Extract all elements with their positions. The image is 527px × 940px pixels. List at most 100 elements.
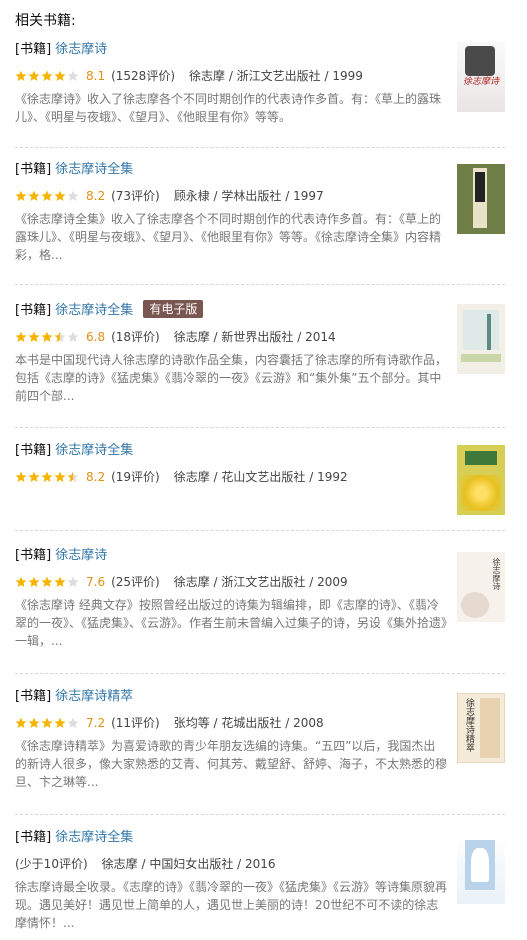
star-icon — [54, 717, 66, 729]
book-item: [书籍] 徐志摩诗精萃 7.2 (11评价) 张均等 / 花城出版社 / 2008 《徐… — [15, 687, 505, 815]
book-category: [书籍] — [15, 830, 52, 845]
book-description: 徐志摩诗最全收录。《志摩的诗》《翡冷翠的一夜》《猛虎集》《云游》等诗集原貌再现。… — [15, 880, 448, 930]
rating-count: (11评价) — [111, 716, 160, 730]
book-meta: 7.6 (25评价) 徐志摩 / 浙江文艺出版社 / 2009 — [15, 573, 505, 591]
star-icon — [28, 717, 40, 729]
book-title-link[interactable]: 徐志摩诗全集 — [55, 303, 133, 318]
book-publication-info: 徐志摩 / 浙江文艺出版社 / 2009 — [173, 575, 348, 589]
star-icon — [41, 70, 53, 82]
book-category: [书籍] — [15, 689, 52, 704]
book-title-link[interactable]: 徐志摩诗精萃 — [55, 689, 133, 704]
book-publication-info: 徐志摩 / 中国妇女出版社 / 2016 — [101, 857, 276, 871]
book-title-link[interactable]: 徐志摩诗全集 — [55, 443, 133, 458]
star-icon — [15, 70, 27, 82]
book-title-link[interactable]: 徐志摩诗 — [55, 42, 107, 57]
book-cover-image[interactable] — [457, 445, 505, 515]
star-icon — [54, 190, 66, 202]
rating-count: (19评价) — [111, 470, 160, 484]
book-description: 《徐志摩诗全集》收入了徐志摩各个不同时期创作的代表诗作多首。有：《草上的露珠儿》… — [15, 212, 442, 262]
book-description: 本书是中国现代诗人徐志摩的诗歌作品全集，内容囊括了徐志摩的所有诗歌作品，包括《志… — [15, 353, 448, 403]
rating-value: 6.8 — [86, 330, 106, 344]
book-item: [书籍] 徐志摩诗全集 (少于10评价) 徐志摩 / 中国妇女出版社 / 2016 徐… — [15, 828, 505, 938]
book-description: 《徐志摩诗精萃》为喜爱诗歌的青少年朋友选编的诗集。“五四”以后，我国杰出的新诗人… — [15, 739, 448, 789]
book-cover-image[interactable] — [457, 834, 505, 904]
star-icon — [41, 190, 53, 202]
book-category: [书籍] — [15, 443, 52, 458]
book-title-line: [书籍] 徐志摩诗 — [15, 40, 505, 60]
book-title-line: [书籍] 徐志摩诗全集 有电子版 — [15, 300, 505, 321]
star-icon — [67, 70, 79, 82]
book-cover-image[interactable]: 徐志摩诗 — [457, 552, 505, 622]
rating-value: 8.1 — [86, 69, 106, 83]
rating-stars — [15, 190, 80, 202]
book-item: [书籍] 徐志摩诗全集 有电子版 6.8 (18评价) 徐志摩 / 新世界出版社 / 2… — [15, 300, 505, 428]
rating-stars — [15, 717, 80, 729]
rating-count: (25评价) — [111, 575, 160, 589]
book-title-link[interactable]: 徐志摩诗 — [55, 548, 107, 563]
book-title-line: [书籍] 徐志摩诗全集 — [15, 828, 505, 848]
book-meta: 8.2 (19评价) 徐志摩 / 花山文艺出版社 / 1992 — [15, 468, 505, 486]
star-icon — [28, 190, 40, 202]
book-meta: 8.2 (73评价) 顾永棣 / 学林出版社 / 1997 — [15, 187, 505, 205]
book-cover-image[interactable] — [457, 304, 505, 374]
rating-value: 8.2 — [86, 470, 106, 484]
rating-stars — [15, 331, 80, 343]
rating-value: 7.2 — [86, 716, 106, 730]
star-icon — [28, 576, 40, 588]
book-item: [书籍] 徐志摩诗全集 8.2 (19评价) 徐志摩 / 花山文艺出版社 / 1992 — [15, 441, 505, 531]
star-icon — [54, 331, 66, 343]
star-icon — [54, 576, 66, 588]
star-icon — [67, 331, 79, 343]
star-icon — [67, 190, 79, 202]
book-publication-info: 徐志摩 / 浙江文艺出版社 / 1999 — [189, 69, 363, 83]
book-item: [书籍] 徐志摩诗 8.1 (1528评价) 徐志摩 / 浙江文艺出版社 / 1999… — [15, 40, 505, 148]
book-meta: (少于10评价) 徐志摩 / 中国妇女出版社 / 2016 — [15, 855, 505, 873]
book-cover-image[interactable]: 徐志摩诗精萃 — [457, 693, 505, 763]
book-item: [书籍] 徐志摩诗 7.6 (25评价) 徐志摩 / 浙江文艺出版社 / 2009 《徐… — [15, 546, 505, 674]
rating-value: 8.2 — [86, 189, 106, 203]
star-icon — [28, 70, 40, 82]
book-title-link[interactable]: 徐志摩诗全集 — [55, 162, 133, 177]
ebook-badge[interactable]: 有电子版 — [143, 300, 204, 318]
star-icon — [67, 717, 79, 729]
star-icon — [41, 471, 53, 483]
book-item: [书籍] 徐志摩诗全集 8.2 (73评价) 顾永棣 / 学林出版社 / 1997 《徐… — [15, 160, 505, 285]
book-title-link[interactable]: 徐志摩诗全集 — [55, 830, 133, 845]
star-icon — [15, 576, 27, 588]
book-meta: 6.8 (18评价) 徐志摩 / 新世界出版社 / 2014 — [15, 328, 505, 346]
star-icon — [28, 331, 40, 343]
rating-count: (18评价) — [111, 330, 160, 344]
book-publication-info: 徐志摩 / 新世界出版社 / 2014 — [173, 330, 336, 344]
star-icon — [15, 331, 27, 343]
book-category: [书籍] — [15, 548, 52, 563]
book-cover-image[interactable] — [457, 164, 505, 234]
section-title: 相关书籍: — [15, 13, 76, 29]
book-publication-info: 徐志摩 / 花山文艺出版社 / 1992 — [173, 470, 348, 484]
book-title-line: [书籍] 徐志摩诗 — [15, 546, 505, 566]
star-icon — [41, 717, 53, 729]
star-icon — [67, 576, 79, 588]
book-cover-image[interactable]: 徐志摩诗 — [457, 42, 505, 112]
rating-stars — [15, 576, 80, 588]
star-icon — [41, 576, 53, 588]
rating-count: (73评价) — [111, 189, 160, 203]
book-meta: 7.2 (11评价) 张均等 / 花城出版社 / 2008 — [15, 714, 505, 732]
star-icon — [15, 717, 27, 729]
book-publication-info: 张均等 / 花城出版社 / 2008 — [173, 716, 324, 730]
star-icon — [41, 331, 53, 343]
book-category: [书籍] — [15, 303, 52, 318]
star-icon — [54, 70, 66, 82]
book-publication-info: 顾永棣 / 学林出版社 / 1997 — [173, 189, 324, 203]
book-title-line: [书籍] 徐志摩诗全集 — [15, 441, 505, 461]
rating-stars — [15, 471, 80, 483]
rating-stars — [15, 70, 80, 82]
book-title-line: [书籍] 徐志摩诗精萃 — [15, 687, 505, 707]
star-icon — [54, 471, 66, 483]
book-category: [书籍] — [15, 162, 52, 177]
rating-count: (1528评价) — [111, 69, 175, 83]
rating-count: (少于10评价) — [15, 857, 88, 871]
star-icon — [28, 471, 40, 483]
star-icon — [67, 471, 79, 483]
book-description: 《徐志摩诗 经典文存》按照曾经出版过的诗集为辑编排，即《志摩的诗》、《翡冷翠的一… — [15, 598, 448, 648]
rating-value: 7.6 — [86, 575, 106, 589]
